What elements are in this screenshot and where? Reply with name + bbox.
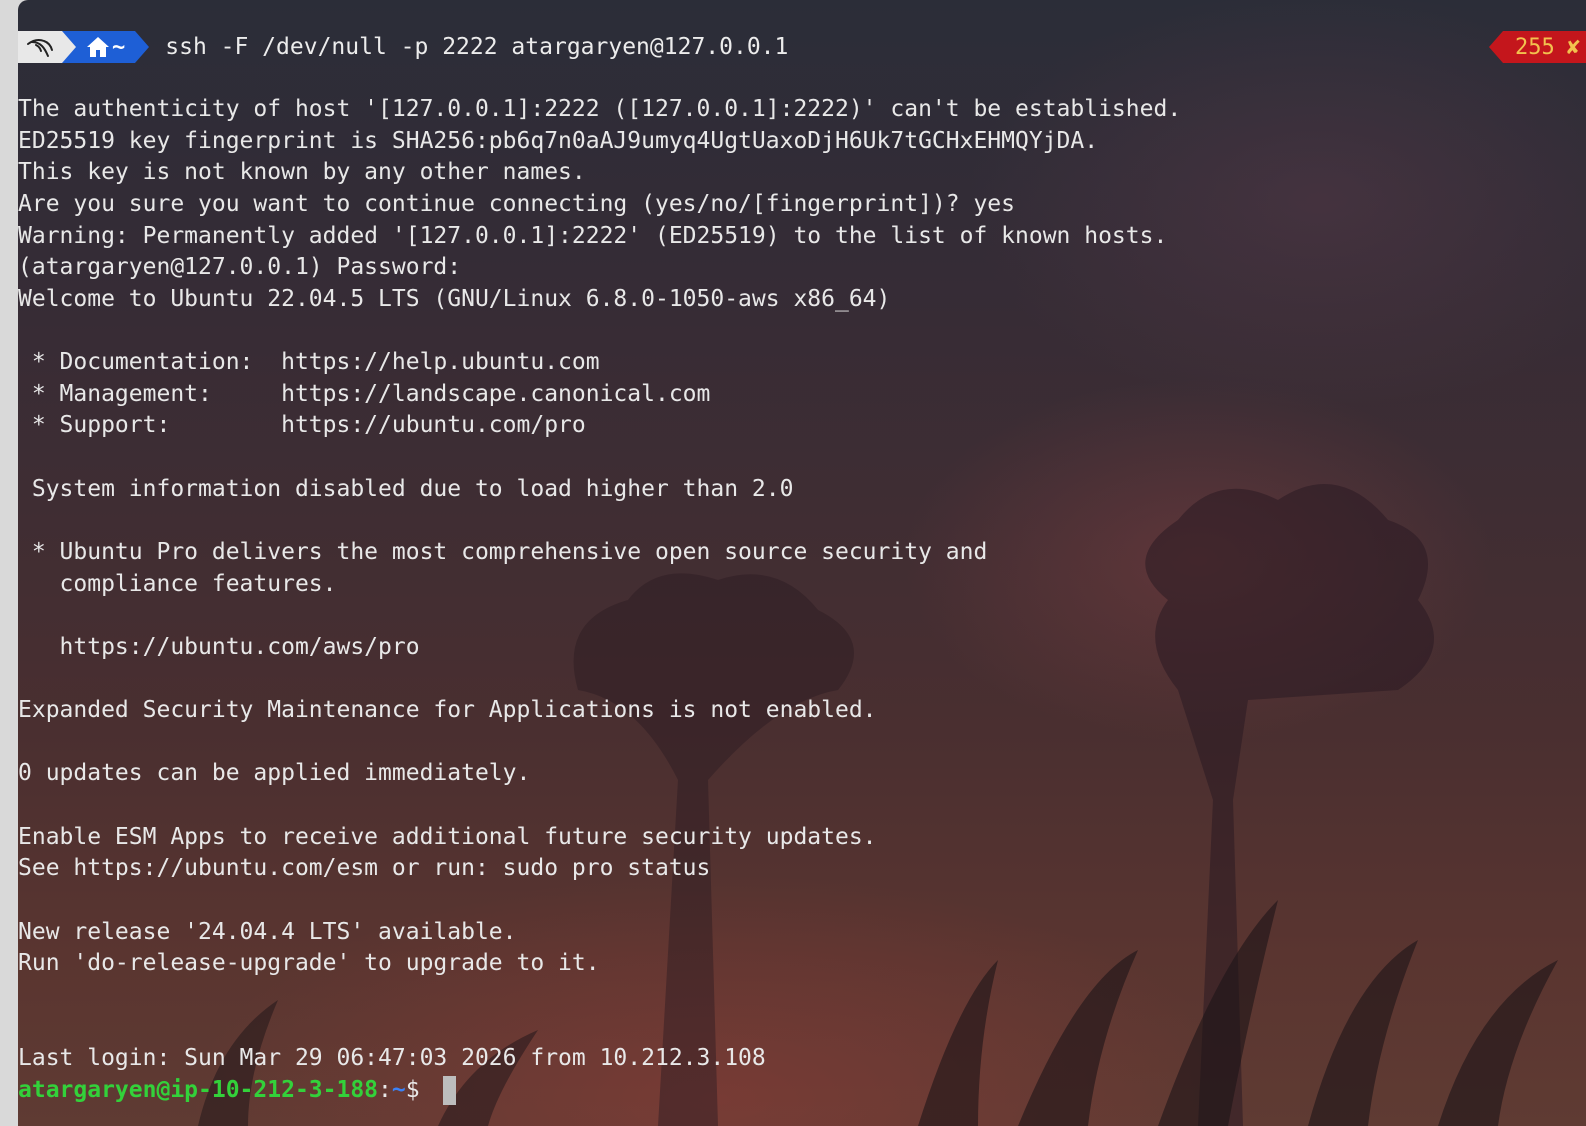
exit-code: 255 xyxy=(1515,34,1555,60)
output-line: https://ubuntu.com/aws/pro xyxy=(18,633,420,660)
output-line: (atargaryen@127.0.0.1) Password: xyxy=(18,254,462,281)
terminal-output: The authenticity of host '[127.0.0.1]:22… xyxy=(18,94,1181,1075)
output-line: * Management: https://landscape.canonica… xyxy=(18,380,711,407)
output-line: The authenticity of host '[127.0.0.1]:22… xyxy=(18,96,1182,122)
prompt-path: ~ xyxy=(391,1077,406,1103)
ssh-command: ssh -F /dev/null -p 2222 atargaryen@127.… xyxy=(165,34,789,60)
output-line: Welcome to Ubuntu 22.04.5 LTS (GNU/Linux… xyxy=(18,285,891,312)
output-line: Expanded Security Maintenance for Applic… xyxy=(18,697,877,724)
output-line: ED25519 key fingerprint is SHA256:pb6q7n… xyxy=(18,127,1099,154)
output-line: See https://ubuntu.com/esm or run: sudo … xyxy=(18,855,711,882)
output-line: This key is not known by any other names… xyxy=(18,159,586,186)
text-cursor[interactable] xyxy=(443,1076,457,1106)
output-line: Warning: Permanently added '[127.0.0.1]:… xyxy=(18,222,1168,249)
output-line: New release '24.04.4 LTS' available. xyxy=(18,918,517,945)
output-line: compliance features. xyxy=(18,570,337,597)
prompt-symbol: $ xyxy=(405,1077,434,1103)
os-segment xyxy=(18,31,76,63)
shell-prompt[interactable]: atargaryen@ip-10-212-3-188 : ~ $ xyxy=(18,1075,457,1107)
output-line: * Support: https://ubuntu.com/pro xyxy=(18,412,586,439)
output-line: 0 updates can be applied immediately. xyxy=(18,760,531,787)
output-line: Enable ESM Apps to receive additional fu… xyxy=(18,823,877,850)
output-line: * Ubuntu Pro delivers the most comprehen… xyxy=(18,538,988,565)
directory-text: ~ xyxy=(112,34,126,60)
exit-status-segment: 255 ✘ xyxy=(1489,31,1586,63)
terminal-window[interactable]: ~ ssh -F /dev/null -p 2222 atargaryen@12… xyxy=(18,0,1586,1126)
kali-dragon-icon xyxy=(27,39,53,57)
prompt-colon: : xyxy=(378,1077,392,1103)
output-line: Last login: Sun Mar 29 06:47:03 2026 fro… xyxy=(18,1045,766,1072)
error-x-icon: ✘ xyxy=(1566,34,1580,60)
output-line: Run 'do-release-upgrade' to upgrade to i… xyxy=(18,950,600,977)
output-line: * Documentation: https://help.ubuntu.com xyxy=(18,349,600,376)
prompt-bar: ~ ssh -F /dev/null -p 2222 atargaryen@12… xyxy=(18,31,788,63)
output-line: System information disabled due to load … xyxy=(18,475,794,502)
output-line: Are you sure you want to continue connec… xyxy=(18,190,1015,217)
prompt-user-host: atargaryen@ip-10-212-3-188 xyxy=(18,1077,379,1103)
home-icon xyxy=(87,37,109,57)
